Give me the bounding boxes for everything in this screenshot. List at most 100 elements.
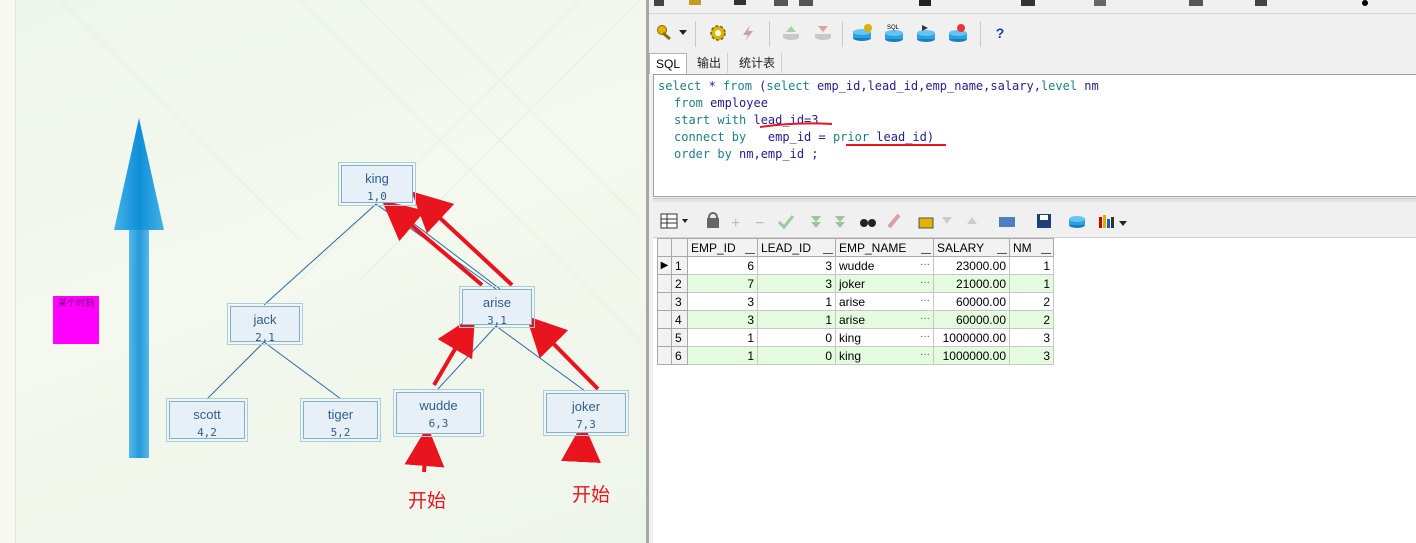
- sql-db-icon[interactable]: SQL: [883, 22, 905, 44]
- node-arise: arise 3,1: [459, 286, 535, 328]
- node-name: arise: [482, 295, 512, 310]
- sql-line-5: order by nm,emp_id ;: [674, 147, 819, 161]
- node-jack: jack 2,1: [227, 303, 303, 345]
- col-header-emp-id[interactable]: EMP_ID: [687, 238, 758, 257]
- grid-corner: [657, 238, 672, 257]
- cell-lead-id[interactable]: 0: [757, 328, 836, 347]
- cell-salary[interactable]: 21000.00: [933, 274, 1010, 293]
- grid-toolbar: + −: [653, 205, 1416, 237]
- cell-emp-name[interactable]: ··· arise: [835, 292, 934, 311]
- cell-nm[interactable]: 1: [1009, 256, 1054, 275]
- top-toolbar-partial: [649, 0, 1416, 14]
- db-icon[interactable]: [852, 22, 874, 44]
- row-number: 3: [671, 292, 688, 311]
- lightning-icon[interactable]: [737, 22, 759, 44]
- node-value: 5,2: [330, 426, 351, 439]
- node-tiger: tiger 5,2: [300, 398, 381, 442]
- cell-lead-id[interactable]: 1: [757, 310, 836, 329]
- col-header-lead-id[interactable]: LEAD_ID: [757, 238, 836, 257]
- sql-line-3: start with lead_id=3: [674, 113, 819, 127]
- splitter[interactable]: [653, 198, 1416, 202]
- cell-ellipsis[interactable]: ···: [920, 349, 930, 360]
- cell-nm[interactable]: 2: [1009, 310, 1054, 329]
- db-down-icon[interactable]: [812, 22, 834, 44]
- table-row[interactable]: 6 1 0 ··· king 1000000.00 3: [657, 346, 1054, 365]
- table-row[interactable]: 3 3 1 ··· arise 60000.00 2: [657, 292, 1054, 311]
- table-row[interactable]: 5 1 0 ··· king 1000000.00 3: [657, 328, 1054, 347]
- cell-emp-id[interactable]: 3: [687, 310, 758, 329]
- cell-salary[interactable]: 60000.00: [933, 292, 1010, 311]
- table-row[interactable]: 2 7 3 ··· joker 21000.00 1: [657, 274, 1054, 293]
- pink-label-artifact: 某个时刻: [53, 296, 99, 344]
- node-name: king: [365, 171, 389, 186]
- row-number: 4: [671, 310, 688, 329]
- cell-salary[interactable]: 60000.00: [933, 310, 1010, 329]
- tab-bar: SQL 输出 统计表: [649, 53, 1416, 74]
- cell-emp-name[interactable]: ··· king: [835, 328, 934, 347]
- blue-up-arrow: [114, 118, 164, 458]
- key-icon[interactable]: [654, 22, 676, 44]
- col-header-nm[interactable]: NM: [1009, 238, 1054, 257]
- diagram-canvas: [59, 0, 641, 473]
- arrow-joker-to-arise: [525, 315, 600, 391]
- node-scott: scott 4,2: [166, 398, 248, 442]
- row-number: 2: [671, 274, 688, 293]
- cell-salary[interactable]: 1000000.00: [933, 346, 1010, 365]
- node-joker: joker 7,3: [543, 390, 629, 436]
- chevron-down-icon[interactable]: [677, 22, 689, 44]
- col-header-emp-name[interactable]: EMP_NAME: [835, 238, 934, 257]
- svg-text:SQL: SQL: [887, 25, 900, 31]
- cell-emp-name[interactable]: ··· wudde: [835, 256, 934, 275]
- node-king: king 1,0: [338, 162, 416, 206]
- node-value: 4,2: [197, 426, 217, 439]
- sql-line-2: from employee: [674, 96, 768, 110]
- db-up-icon[interactable]: [780, 22, 802, 44]
- cell-emp-id[interactable]: 1: [687, 328, 758, 347]
- tab-sql[interactable]: SQL: [649, 53, 688, 74]
- table-row[interactable]: 4 3 1 ··· arise 60000.00 2: [657, 310, 1054, 329]
- cell-emp-id[interactable]: 6: [687, 256, 758, 275]
- cell-emp-name[interactable]: ··· king: [835, 346, 934, 365]
- cell-emp-name[interactable]: ··· arise: [835, 310, 934, 329]
- cell-ellipsis[interactable]: ···: [920, 295, 930, 306]
- tab-statistics[interactable]: 统计表: [733, 53, 783, 73]
- cell-nm[interactable]: 3: [1009, 346, 1054, 365]
- start-label-joker: 开始: [572, 484, 611, 506]
- node-value: 3,1: [487, 314, 507, 327]
- db-run-icon[interactable]: [915, 22, 937, 44]
- db-stop-icon[interactable]: [947, 22, 969, 44]
- cell-nm[interactable]: 1: [1009, 274, 1054, 293]
- cell-ellipsis[interactable]: ···: [920, 331, 930, 342]
- cell-emp-id[interactable]: 3: [687, 292, 758, 311]
- arrow-arise-to-king-1: [381, 200, 484, 287]
- grid-header-row: EMP_ID LEAD_ID EMP_NAME SALARY NM: [657, 238, 1054, 257]
- tab-output[interactable]: 输出: [691, 53, 729, 73]
- cell-emp-name[interactable]: ··· joker: [835, 274, 934, 293]
- result-grid: EMP_ID LEAD_ID EMP_NAME SALARY NM ▶ 1 6 …: [657, 238, 1054, 365]
- cell-lead-id[interactable]: 3: [757, 256, 836, 275]
- cell-salary[interactable]: 1000000.00: [933, 328, 1010, 347]
- node-name: scott: [193, 407, 221, 422]
- help-icon[interactable]: ?: [989, 22, 1011, 44]
- row-number: 1: [671, 256, 688, 275]
- cell-lead-id[interactable]: 1: [757, 292, 836, 311]
- start-label-wudde: 开始: [408, 490, 447, 512]
- node-name: jack: [253, 312, 277, 327]
- cell-ellipsis[interactable]: ···: [920, 259, 930, 270]
- cell-emp-id[interactable]: 1: [687, 346, 758, 365]
- sql-editor[interactable]: select * from (select emp_id,lead_id,emp…: [653, 74, 1416, 197]
- cell-nm[interactable]: 3: [1009, 328, 1054, 347]
- cell-ellipsis[interactable]: ···: [920, 277, 930, 288]
- table-row[interactable]: ▶ 1 6 3 ··· wudde 23000.00 1: [657, 256, 1054, 275]
- cell-emp-id[interactable]: 7: [687, 274, 758, 293]
- gear-icon[interactable]: [707, 22, 729, 44]
- arrow-start-joker: [561, 422, 601, 463]
- grid-rownum-header: [671, 238, 688, 257]
- cell-salary[interactable]: 23000.00: [933, 256, 1010, 275]
- cell-lead-id[interactable]: 0: [757, 346, 836, 365]
- cell-ellipsis[interactable]: ···: [920, 313, 930, 324]
- cell-lead-id[interactable]: 3: [757, 274, 836, 293]
- col-header-salary[interactable]: SALARY: [933, 238, 1010, 257]
- cell-nm[interactable]: 2: [1009, 292, 1054, 311]
- current-row-indicator: ▶: [657, 256, 672, 275]
